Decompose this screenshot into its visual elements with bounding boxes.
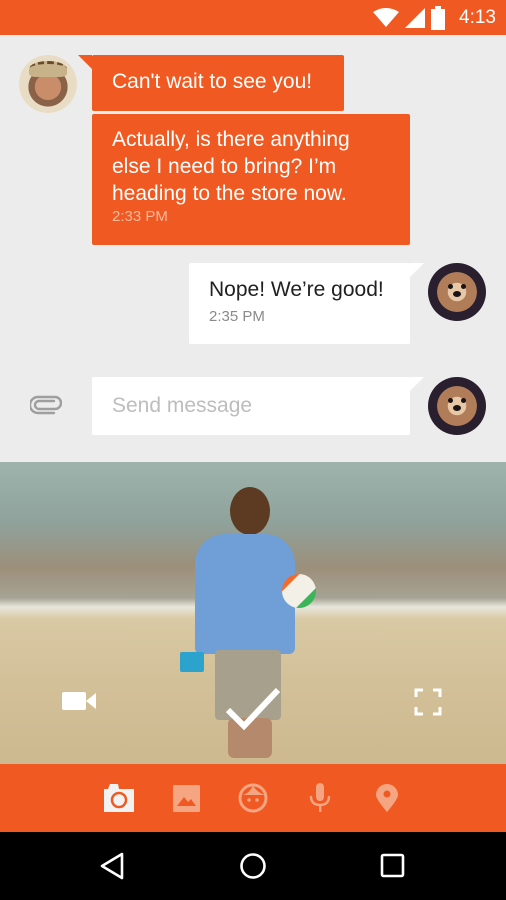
message-timestamp: 2:33 PM (112, 208, 168, 225)
recents-icon[interactable] (377, 850, 409, 882)
messaging-screen: 4:13 Can't wait to see you! Actually, is… (0, 0, 506, 900)
image-icon (172, 784, 200, 812)
incoming-message[interactable]: Can't wait to see you! (78, 55, 344, 111)
avatar-eye (461, 398, 466, 403)
compose-row (0, 377, 506, 437)
avatar-eye (448, 284, 453, 289)
avatar-hat (29, 61, 67, 77)
input-tail (410, 377, 424, 391)
photo-bucket (180, 652, 204, 672)
photo-subject-body (195, 534, 295, 654)
conversation[interactable]: Can't wait to see you! Actually, is ther… (0, 35, 506, 462)
message-text: Nope! We’re good! (209, 278, 384, 301)
video-camera-icon[interactable] (62, 690, 96, 712)
my-avatar[interactable] (428, 377, 486, 435)
fullscreen-icon[interactable] (414, 688, 442, 716)
gallery-button[interactable] (171, 783, 201, 813)
avatar-nose (453, 291, 461, 297)
incoming-message[interactable]: Actually, is there anything else I need … (92, 114, 410, 245)
face-icon (238, 783, 268, 813)
camera-viewfinder[interactable] (0, 462, 506, 764)
message-input[interactable] (92, 377, 410, 435)
outgoing-message[interactable]: Nope! We’re good! 2:35 PM (189, 263, 424, 344)
back-icon[interactable] (98, 850, 130, 882)
photo-subject-head (230, 487, 270, 535)
location-pin-icon (376, 784, 398, 812)
microphone-icon (309, 783, 331, 812)
battery-icon (431, 5, 446, 30)
system-navigation-bar (0, 832, 506, 900)
audio-button[interactable] (305, 783, 335, 813)
message-text: Actually, is there anything else I need … (112, 128, 350, 205)
avatar-eye (448, 398, 453, 403)
attachment-toolbar (0, 764, 506, 832)
avatar-eye (461, 284, 466, 289)
location-button[interactable] (372, 783, 402, 813)
wifi-icon (373, 7, 400, 27)
message-timestamp: 2:35 PM (209, 308, 265, 325)
camera-icon (104, 784, 134, 812)
avatar-nose (453, 405, 461, 411)
camera-button[interactable] (104, 783, 134, 813)
clock: 4:13 (459, 6, 496, 28)
checkmark-icon[interactable] (224, 684, 282, 734)
message-text: Can't wait to see you! (112, 70, 313, 93)
status-bar: 4:13 (0, 0, 506, 35)
photo-beach-ball (282, 574, 316, 608)
paperclip-icon[interactable] (30, 395, 62, 415)
my-avatar[interactable] (428, 263, 486, 321)
stickers-button[interactable] (238, 783, 268, 813)
home-icon[interactable] (237, 850, 269, 882)
contact-avatar[interactable] (19, 55, 77, 113)
cell-signal-icon (405, 7, 426, 28)
status-icons: 4:13 (373, 0, 496, 35)
